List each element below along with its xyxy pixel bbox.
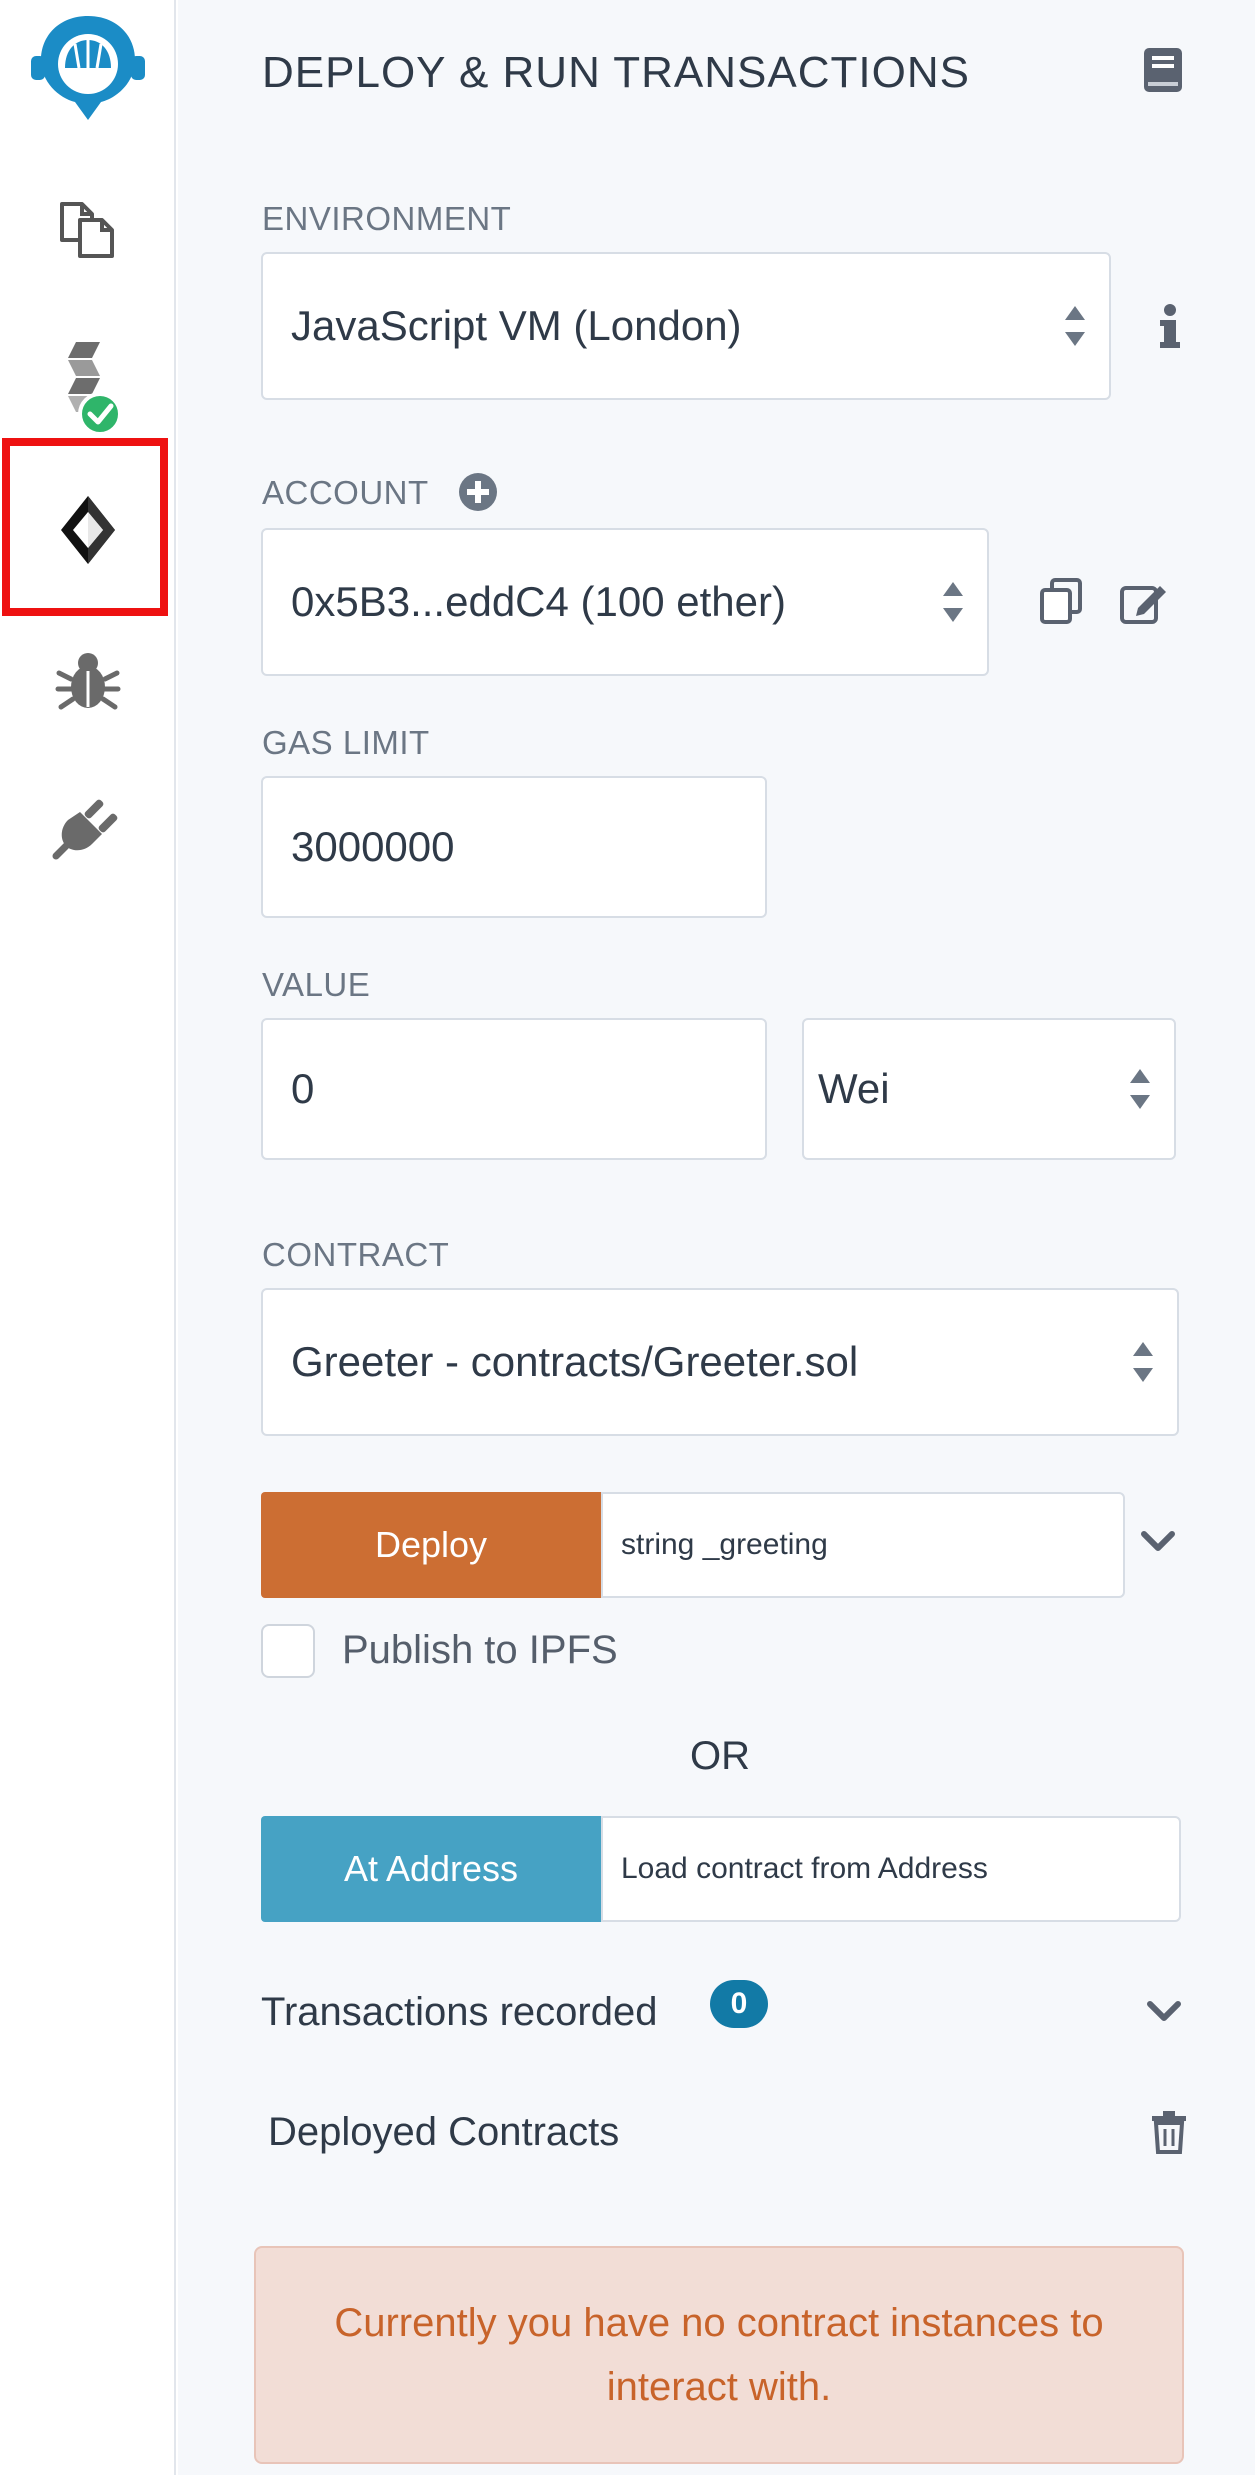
file-explorer-icon[interactable] xyxy=(0,186,176,266)
account-label: ACCOUNT xyxy=(262,474,429,511)
value-amount: 0 xyxy=(291,1065,315,1112)
icon-sidebar xyxy=(0,0,176,2475)
contract-select[interactable]: Greeter - contracts/Greeter.sol xyxy=(261,1288,1179,1436)
load-address-input[interactable]: Load contract from Address xyxy=(601,1816,1181,1922)
environment-select[interactable]: JavaScript VM (London) xyxy=(261,252,1111,400)
account-select[interactable]: 0x5B3...eddC4 (100 ether) xyxy=(261,528,989,676)
trash-icon[interactable] xyxy=(1150,2110,1188,2159)
solidity-compiler-icon[interactable] xyxy=(0,336,176,436)
chevron-down-icon[interactable] xyxy=(1140,1530,1176,1559)
gas-limit-label: GAS LIMIT xyxy=(262,724,430,761)
edit-account-icon[interactable] xyxy=(1120,580,1168,631)
panel-title: DEPLOY & RUN TRANSACTIONS xyxy=(262,48,970,97)
transactions-count-badge: 0 xyxy=(710,1980,768,2028)
contract-value: Greeter - contracts/Greeter.sol xyxy=(291,1338,859,1385)
value-input[interactable]: 0 xyxy=(261,1018,767,1160)
or-divider: OR xyxy=(690,1734,750,1778)
deploy-run-panel: DEPLOY & RUN TRANSACTIONS ENVIRONMENT Ja… xyxy=(178,0,1255,2475)
deploy-params-input[interactable]: string _greeting xyxy=(601,1492,1125,1598)
gas-limit-value: 3000000 xyxy=(291,823,455,870)
value-unit: Wei xyxy=(818,1065,890,1112)
value-label: VALUE xyxy=(262,966,371,1003)
deployed-contracts-label: Deployed Contracts xyxy=(268,2110,620,2154)
plugin-manager-icon[interactable] xyxy=(0,786,176,866)
select-arrows-icon xyxy=(1065,306,1085,346)
info-icon[interactable] xyxy=(1160,304,1180,355)
select-arrows-icon xyxy=(1130,1069,1150,1109)
value-unit-select[interactable]: Wei xyxy=(802,1018,1176,1160)
remix-logo-icon[interactable] xyxy=(0,8,176,128)
gas-limit-input[interactable]: 3000000 xyxy=(261,776,767,918)
documentation-icon[interactable] xyxy=(1142,46,1184,99)
environment-label: ENVIRONMENT xyxy=(262,200,512,237)
alert-message: Currently you have no contract instances… xyxy=(334,2301,1104,2409)
contract-label: CONTRACT xyxy=(262,1236,450,1273)
environment-value: JavaScript VM (London) xyxy=(291,302,742,349)
publish-ipfs-checkbox[interactable] xyxy=(261,1624,315,1678)
account-value: 0x5B3...eddC4 (100 ether) xyxy=(291,578,786,625)
publish-ipfs-label: Publish to IPFS xyxy=(342,1628,618,1672)
active-plugin-highlight xyxy=(2,438,168,616)
select-arrows-icon xyxy=(943,582,963,622)
transactions-chevron-down-icon[interactable] xyxy=(1146,2000,1182,2029)
no-instances-alert: Currently you have no contract instances… xyxy=(254,2246,1184,2464)
select-arrows-icon xyxy=(1133,1342,1153,1382)
add-account-icon[interactable] xyxy=(458,472,498,517)
at-address-button[interactable]: At Address xyxy=(261,1816,601,1922)
debugger-icon[interactable] xyxy=(0,640,176,720)
copy-address-icon[interactable] xyxy=(1040,578,1082,629)
deploy-button[interactable]: Deploy xyxy=(261,1492,601,1598)
transactions-recorded-label[interactable]: Transactions recorded xyxy=(261,1990,657,2035)
